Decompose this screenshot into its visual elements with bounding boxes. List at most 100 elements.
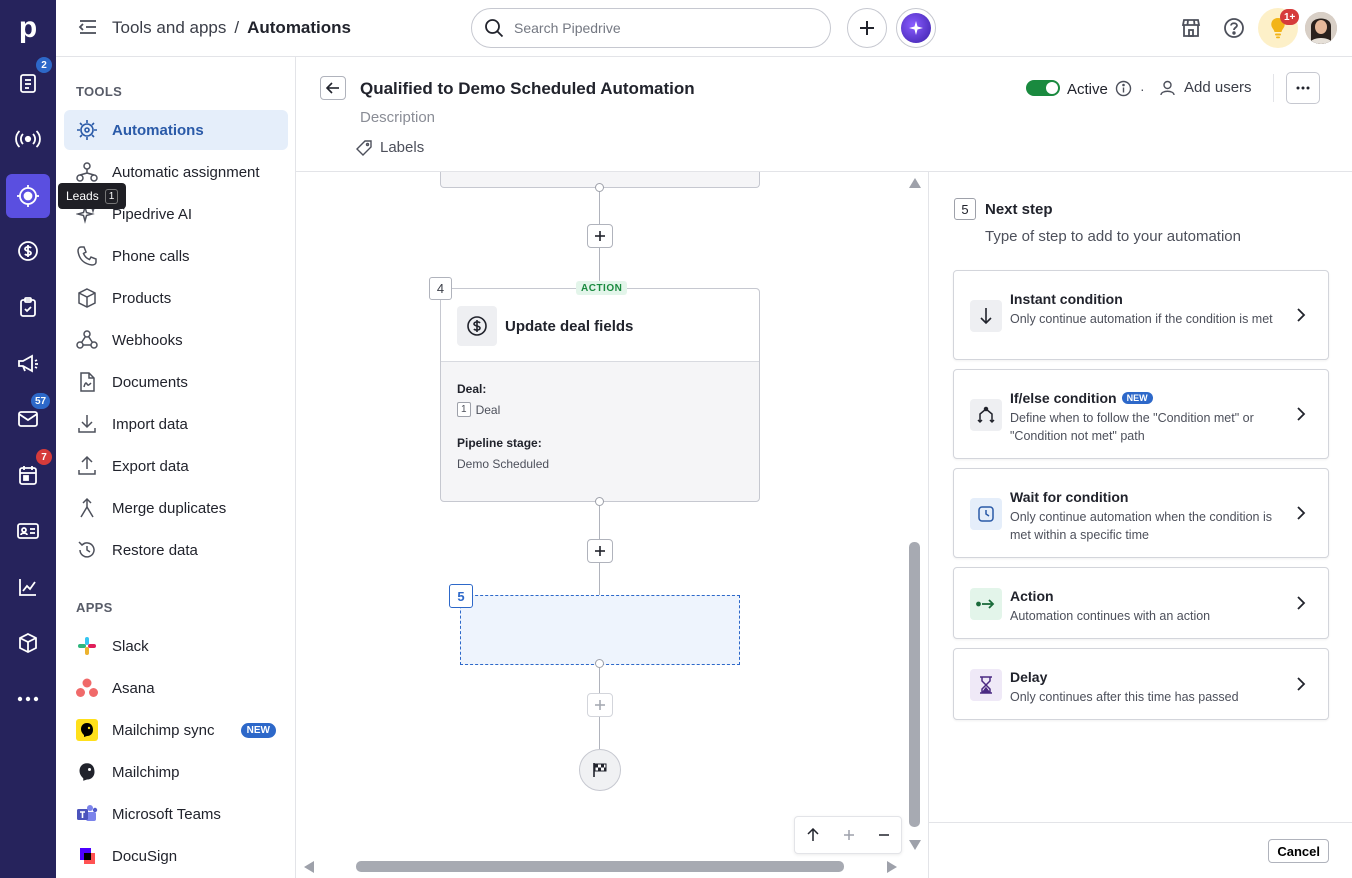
scroll-right-arrow[interactable]: [886, 860, 898, 874]
rail-activities[interactable]: [6, 285, 50, 329]
arrow-left-icon: [326, 82, 339, 94]
rail-deals[interactable]: [6, 229, 50, 273]
option-description: Only continue automation when the condit…: [1010, 510, 1272, 542]
marketplace-button[interactable]: [1180, 17, 1202, 39]
rail-broadcast[interactable]: [6, 117, 50, 161]
quick-add-button[interactable]: [847, 8, 887, 48]
sidebar-item-slack[interactable]: Slack: [64, 626, 288, 666]
sidebar-item-mailchimp-sync[interactable]: Mailchimp sync NEW: [64, 710, 288, 750]
sidebar-item-label: Products: [112, 289, 172, 307]
more-options-button[interactable]: [1286, 72, 1320, 104]
left-rail: p 2 57 7: [0, 0, 56, 878]
sidebar-item-docusign[interactable]: DocuSign: [64, 836, 288, 876]
sidebar-item-documents[interactable]: Documents: [64, 362, 288, 402]
sidebar-item-webhooks[interactable]: Webhooks: [64, 320, 288, 360]
workflow-canvas[interactable]: Update deal fields Deal: 1 Deal Pipeline…: [296, 172, 928, 878]
connector-line: [599, 717, 600, 749]
option-action[interactable]: Action Automation continues with an acti…: [953, 567, 1329, 639]
docusign-icon: [80, 848, 95, 864]
sidebar-item-export-data[interactable]: Export data: [64, 446, 288, 486]
sidebar-item-merge-duplicates[interactable]: Merge duplicates: [64, 488, 288, 528]
step-4-header: Update deal fields: [441, 289, 759, 362]
connector-dot: [595, 497, 604, 506]
scroll-down-arrow[interactable]: [908, 839, 922, 851]
sidebar-item-label: Phone calls: [112, 247, 190, 265]
zoom-in-button[interactable]: [843, 829, 855, 841]
option-if-else-condition[interactable]: If/else condition NEW Define when to foll…: [953, 369, 1329, 459]
labels-button[interactable]: Labels: [356, 139, 424, 156]
search-input[interactable]: [514, 20, 814, 36]
help-icon: [1224, 18, 1244, 38]
automation-header: Qualified to Demo Scheduled Automation D…: [296, 57, 1352, 172]
collapse-menu-button[interactable]: [78, 18, 98, 36]
leads-tooltip: Leads 1: [58, 183, 127, 209]
sidebar-item-import-data[interactable]: Import data: [64, 404, 288, 444]
pipedrive-logo[interactable]: p: [14, 10, 42, 46]
mailchimp-sync-icon: [76, 719, 98, 741]
user-avatar[interactable]: [1305, 12, 1337, 44]
option-icon: [970, 498, 1002, 530]
description-field[interactable]: Description: [360, 109, 435, 126]
rail-products[interactable]: [6, 621, 50, 665]
breadcrumb-parent[interactable]: Tools and apps: [112, 18, 226, 38]
chevron-right-icon: [1297, 677, 1306, 691]
more-horizontal-icon: [1296, 86, 1310, 90]
step-4-card[interactable]: Update deal fields Deal: 1 Deal Pipeline…: [440, 288, 760, 502]
tools-section-title: TOOLS: [76, 84, 123, 99]
back-button[interactable]: [320, 76, 346, 100]
connector-dot: [595, 659, 604, 668]
add-step-button-disabled[interactable]: [587, 693, 613, 717]
rail-leads[interactable]: [6, 174, 50, 218]
sidebar-item-asana[interactable]: Asana: [64, 668, 288, 708]
sidebar-item-label: Slack: [112, 637, 149, 655]
active-toggle[interactable]: [1026, 80, 1060, 96]
sidebar-item-label: Export data: [112, 457, 189, 475]
scroll-to-top-button[interactable]: [806, 828, 820, 842]
slack-icon: [78, 637, 96, 655]
rail-campaigns[interactable]: [6, 341, 50, 385]
add-users-button[interactable]: Add users: [1160, 79, 1252, 96]
triangle-right-icon: [887, 861, 897, 873]
option-wait-for-condition[interactable]: Wait for condition Only continue automat…: [953, 468, 1329, 558]
help-button[interactable]: [1223, 17, 1245, 39]
plus-icon: [843, 830, 854, 840]
add-step-button[interactable]: [587, 224, 613, 248]
next-step-panel: 5 Next step Type of step to add to your …: [928, 172, 1352, 878]
id-card-icon: [17, 523, 39, 539]
merge-icon: [80, 497, 94, 518]
step-4-title: Update deal fields: [505, 318, 634, 335]
sidebar-item-products[interactable]: Products: [64, 278, 288, 318]
plus-icon: [860, 21, 874, 35]
sidebar-item-restore-data[interactable]: Restore data: [64, 530, 288, 570]
action-arrow-icon: [976, 599, 995, 609]
zoom-out-button[interactable]: [878, 829, 890, 841]
ai-assistant-button[interactable]: [896, 8, 936, 48]
plus-icon: [595, 546, 605, 556]
vertical-scrollbar-thumb[interactable]: [909, 542, 920, 827]
chevron-right-icon: [1297, 596, 1306, 610]
sidebar-item-phone-calls[interactable]: Phone calls: [64, 236, 288, 276]
labels-label: Labels: [380, 139, 425, 156]
rail-more[interactable]: [6, 677, 50, 721]
teams-icon: [77, 805, 98, 821]
automation-title[interactable]: Qualified to Demo Scheduled Automation: [360, 79, 695, 99]
horizontal-scrollbar-thumb[interactable]: [356, 861, 844, 872]
scroll-left-arrow[interactable]: [303, 860, 315, 874]
sidebar-item-microsoft-teams[interactable]: Microsoft Teams: [64, 794, 288, 834]
rail-insights[interactable]: [6, 565, 50, 609]
calendar-icon: [19, 466, 37, 485]
status-info-button[interactable]: [1115, 80, 1132, 97]
new-badge: NEW: [240, 722, 276, 738]
sidebar-item-automations[interactable]: Automations: [64, 110, 288, 150]
sidebar-item-mailchimp[interactable]: Mailchimp: [64, 752, 288, 792]
search-box[interactable]: [471, 8, 831, 48]
rail-contacts-card[interactable]: [6, 509, 50, 553]
option-instant-condition[interactable]: Instant condition Only continue automati…: [953, 270, 1329, 360]
add-step-button[interactable]: [587, 539, 613, 563]
cancel-button[interactable]: Cancel: [1268, 839, 1329, 863]
megaphone-icon: [18, 354, 38, 373]
arrow-up-icon: [807, 828, 819, 841]
scroll-up-arrow[interactable]: [908, 177, 922, 189]
step-5-placeholder[interactable]: [460, 595, 740, 665]
option-delay[interactable]: Delay Only continues after this time has…: [953, 648, 1329, 720]
